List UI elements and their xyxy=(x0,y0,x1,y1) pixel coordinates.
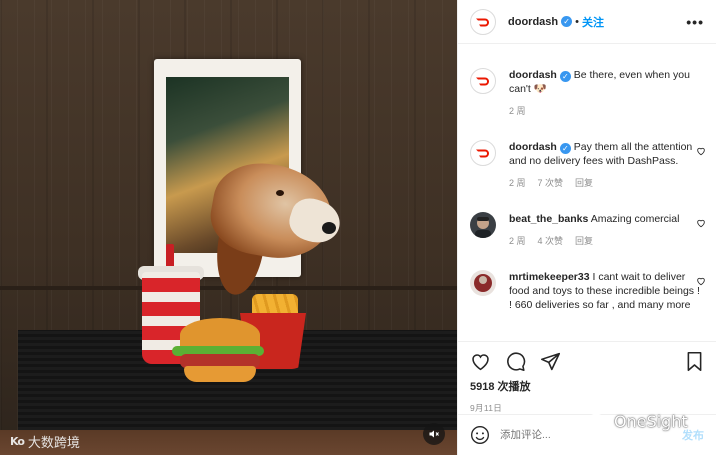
verified-badge-icon: ✓ xyxy=(561,16,573,27)
add-comment-bar: 发布 xyxy=(458,414,716,455)
comment-bubble-icon[interactable] xyxy=(505,351,526,372)
caption: doordash ✓ Be there, even when you can't … xyxy=(470,68,704,118)
comment-meta: 2 周 4 次赞 回复 xyxy=(509,234,704,248)
comment-likes[interactable]: 7 次赞 xyxy=(538,176,564,190)
toy-burger-bottom xyxy=(184,366,256,382)
comment-item: beat_the_banks Amazing comercial 2 周 4 次… xyxy=(470,212,706,248)
reply-button[interactable]: 回复 xyxy=(575,234,593,248)
post-comment-button[interactable]: 发布 xyxy=(682,427,704,443)
comment-time[interactable]: 2 周 xyxy=(509,176,526,190)
like-heart-icon[interactable] xyxy=(470,351,491,372)
post-date[interactable]: 9月11日 xyxy=(470,402,704,414)
mute-button[interactable] xyxy=(423,423,445,445)
watermark-text: 大数跨境 xyxy=(27,435,80,450)
dog-eye xyxy=(276,190,284,196)
comment-avatar[interactable] xyxy=(470,68,496,94)
comment-time[interactable]: 2 周 xyxy=(509,104,526,118)
comment-item: doordash ✓ Pay them all the attention and… xyxy=(470,140,706,190)
heart-icon[interactable] xyxy=(696,146,706,156)
share-paper-plane-icon[interactable] xyxy=(540,351,561,372)
verified-badge-icon: ✓ xyxy=(559,143,571,154)
comment-avatar[interactable] xyxy=(470,140,496,166)
muted-speaker-icon xyxy=(429,430,439,438)
user-photo-avatar xyxy=(470,212,496,238)
comment-username[interactable]: doordash xyxy=(509,69,557,81)
doordash-logo-icon xyxy=(476,18,489,26)
comment-username[interactable]: mrtimekeeper33 xyxy=(509,271,590,283)
separator-dot: • xyxy=(575,15,579,28)
comment-text: Amazing comercial xyxy=(590,213,680,225)
user-photo-avatar xyxy=(470,270,496,296)
emoji-icon[interactable] xyxy=(470,425,490,445)
post-header: doordash ✓ • 关注 ••• xyxy=(458,0,716,44)
dog-nose xyxy=(322,222,336,234)
comment-body: doordash ✓ Be there, even when you can't … xyxy=(509,68,704,118)
comment-avatar[interactable] xyxy=(470,270,496,296)
view-count[interactable]: 5918 次播放 xyxy=(470,378,704,394)
watermark-logo: Ko xyxy=(10,435,25,448)
comment-body: doordash ✓ Pay them all the attention and… xyxy=(509,140,704,190)
action-icons xyxy=(470,342,704,380)
comment-username[interactable]: beat_the_banks xyxy=(509,213,588,225)
comment-username[interactable]: doordash xyxy=(509,141,557,153)
author-avatar[interactable] xyxy=(470,8,496,35)
comment-avatar[interactable] xyxy=(470,212,496,238)
instagram-post-view: Ko 大数跨境 doordash ✓ • 关注 ••• doordash ✓ B… xyxy=(0,0,716,455)
doordash-logo-icon xyxy=(476,149,489,158)
post-actions: 5918 次播放 9月11日 xyxy=(458,341,716,414)
comment-body: mrtimekeeper33 I cant wait to deliver fo… xyxy=(509,270,704,312)
watermark: Ko 大数跨境 xyxy=(10,432,80,451)
verified-badge-icon: ✓ xyxy=(559,71,571,82)
comment-time[interactable]: 2 周 xyxy=(509,234,526,248)
heart-icon[interactable] xyxy=(696,218,706,228)
post-video[interactable]: Ko 大数跨境 xyxy=(0,0,457,455)
post-sidebar: doordash ✓ • 关注 ••• doordash ✓ Be there, … xyxy=(457,0,716,455)
doordash-logo-icon xyxy=(476,77,489,86)
comment-item: mrtimekeeper33 I cant wait to deliver fo… xyxy=(470,270,706,312)
add-comment-input[interactable] xyxy=(500,429,650,441)
comment-body: beat_the_banks Amazing comercial 2 周 4 次… xyxy=(509,212,704,248)
bookmark-icon[interactable] xyxy=(685,351,704,372)
author-username[interactable]: doordash xyxy=(508,16,558,28)
comment-likes[interactable]: 4 次赞 xyxy=(538,234,564,248)
comment-meta: 2 周 7 次赞 回复 xyxy=(509,176,704,190)
more-options-button[interactable]: ••• xyxy=(686,14,704,30)
reply-button[interactable]: 回复 xyxy=(575,176,593,190)
comment-meta: 2 周 xyxy=(509,104,704,118)
comments-list[interactable]: doordash ✓ Be there, even when you can't … xyxy=(458,45,716,341)
heart-icon[interactable] xyxy=(696,276,706,286)
follow-button[interactable]: 关注 xyxy=(582,14,604,30)
